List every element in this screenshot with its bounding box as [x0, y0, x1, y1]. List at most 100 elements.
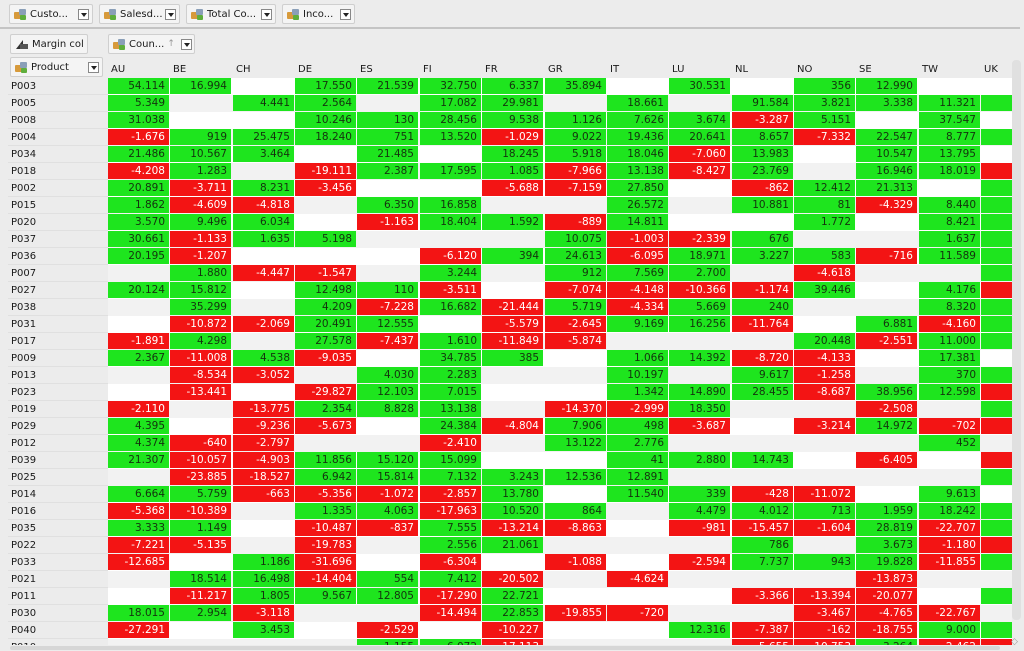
pivot-cell[interactable]	[794, 299, 855, 315]
pivot-cell[interactable]	[482, 231, 543, 247]
row-header-product[interactable]: P018	[8, 163, 108, 180]
pivot-cell[interactable]: 7.569	[607, 265, 668, 281]
pivot-cell[interactable]: -1.604	[794, 520, 855, 536]
pivot-cell[interactable]: -663	[233, 486, 294, 502]
pivot-cell[interactable]: 3.570	[108, 214, 169, 230]
pivot-cell[interactable]	[669, 588, 730, 604]
pivot-cell[interactable]: -1.163	[357, 214, 418, 230]
pivot-cell[interactable]: -10.872	[170, 316, 231, 332]
pivot-cell[interactable]: -5.874	[545, 333, 606, 349]
pivot-cell[interactable]: 28.455	[732, 384, 793, 400]
row-header-product[interactable]: P009	[8, 350, 108, 367]
pivot-cell[interactable]: -8.427	[669, 163, 730, 179]
pivot-cell[interactable]: -4.765	[856, 605, 917, 621]
pivot-cell[interactable]: -3.118	[233, 605, 294, 621]
pivot-cell[interactable]	[794, 163, 855, 179]
pivot-cell[interactable]	[108, 639, 169, 645]
sort-ascending-icon[interactable]: ↑	[167, 39, 175, 49]
pivot-cell[interactable]: -2.857	[420, 486, 481, 502]
pivot-cell[interactable]: -5.688	[482, 180, 543, 196]
pivot-cell[interactable]: 9.496	[170, 214, 231, 230]
chevron-down-icon[interactable]	[88, 61, 99, 73]
pivot-cell[interactable]	[295, 605, 356, 621]
pivot-cell[interactable]: -18.527	[233, 469, 294, 485]
pivot-cell[interactable]: 2.564	[295, 95, 356, 111]
pivot-cell[interactable]: 6.942	[295, 469, 356, 485]
pivot-cell[interactable]: 240	[732, 299, 793, 315]
pivot-cell[interactable]	[732, 401, 793, 417]
pivot-cell[interactable]: 14.743	[732, 452, 793, 468]
pivot-cell[interactable]: -7.228	[357, 299, 418, 315]
row-header-product[interactable]: P002	[8, 180, 108, 197]
pivot-cell[interactable]: 12.316	[669, 622, 730, 638]
row-header-product[interactable]: P035	[8, 520, 108, 537]
pivot-cell[interactable]: -2.462	[919, 639, 980, 645]
pivot-cell[interactable]	[233, 78, 294, 94]
pivot-cell[interactable]: 13.520	[420, 129, 481, 145]
pivot-cell[interactable]: -11.849	[482, 333, 543, 349]
pivot-cell[interactable]	[669, 95, 730, 111]
pivot-cell[interactable]	[732, 265, 793, 281]
pivot-cell[interactable]: -162	[794, 622, 855, 638]
row-header-product[interactable]: P003	[8, 78, 108, 95]
pivot-cell[interactable]: 864	[545, 503, 606, 519]
pivot-cell[interactable]	[233, 248, 294, 264]
pivot-cell[interactable]	[732, 78, 793, 94]
pivot-cell[interactable]: 110	[357, 282, 418, 298]
pivot-cell[interactable]	[669, 214, 730, 230]
pivot-cell[interactable]	[732, 214, 793, 230]
pivot-cell[interactable]: 11.856	[295, 452, 356, 468]
pivot-cell[interactable]	[545, 367, 606, 383]
pivot-cell[interactable]	[669, 639, 730, 645]
pivot-cell[interactable]: -1.003	[607, 231, 668, 247]
pivot-cell[interactable]	[295, 622, 356, 638]
pivot-cell[interactable]: 4.441	[233, 95, 294, 111]
pivot-cell[interactable]	[669, 367, 730, 383]
row-header-product[interactable]: P020	[8, 214, 108, 231]
row-header-product[interactable]: P008	[8, 112, 108, 129]
pivot-cell[interactable]: -22.767	[919, 605, 980, 621]
pivot-cell[interactable]: 18.015	[108, 605, 169, 621]
pivot-cell[interactable]: 2.700	[669, 265, 730, 281]
pivot-cell[interactable]: 10.520	[482, 503, 543, 519]
pivot-cell[interactable]: 452	[919, 435, 980, 451]
pivot-cell[interactable]: -4.618	[794, 265, 855, 281]
row-header-product[interactable]: P038	[8, 299, 108, 316]
pivot-cell[interactable]	[295, 435, 356, 451]
pivot-cell[interactable]: -428	[732, 486, 793, 502]
pivot-cell[interactable]: -4.818	[233, 197, 294, 213]
pivot-cell[interactable]: 12.990	[856, 78, 917, 94]
dimension-filter-income[interactable]: Inco...	[282, 4, 355, 24]
pivot-cell[interactable]: 1.126	[545, 112, 606, 128]
pivot-cell[interactable]: 5.198	[295, 231, 356, 247]
pivot-cell[interactable]: -4.624	[607, 571, 668, 587]
pivot-cell[interactable]	[794, 231, 855, 247]
pivot-cell[interactable]: 20.124	[108, 282, 169, 298]
pivot-cell[interactable]: -14.370	[545, 401, 606, 417]
pivot-cell[interactable]: 8.657	[732, 129, 793, 145]
pivot-cell[interactable]	[856, 486, 917, 502]
pivot-cell[interactable]	[233, 384, 294, 400]
pivot-cell[interactable]: 8.231	[233, 180, 294, 196]
pivot-cell[interactable]: 2.367	[108, 350, 169, 366]
pivot-cell[interactable]: 16.858	[420, 197, 481, 213]
pivot-cell[interactable]: 1.862	[108, 197, 169, 213]
pivot-cell[interactable]	[357, 605, 418, 621]
pivot-cell[interactable]: -862	[732, 180, 793, 196]
pivot-cell[interactable]: 583	[794, 248, 855, 264]
pivot-cell[interactable]	[981, 129, 1012, 145]
pivot-cell[interactable]	[981, 316, 1012, 332]
pivot-cell[interactable]: -20.502	[482, 571, 543, 587]
row-header-product[interactable]: P025	[8, 469, 108, 486]
pivot-cell[interactable]: -17.963	[420, 503, 481, 519]
pivot-cell[interactable]: -2.645	[545, 316, 606, 332]
column-header-lu[interactable]: LU	[669, 58, 730, 78]
pivot-cell[interactable]: -1.676	[108, 129, 169, 145]
pivot-cell[interactable]: 8.320	[919, 299, 980, 315]
pivot-cell[interactable]: 5.759	[170, 486, 231, 502]
pivot-cell[interactable]: 91.584	[732, 95, 793, 111]
pivot-cell[interactable]: -11.855	[919, 554, 980, 570]
column-header-au[interactable]: AU	[108, 58, 169, 78]
chevron-down-icon[interactable]	[261, 8, 272, 20]
pivot-cell[interactable]: 12.498	[295, 282, 356, 298]
